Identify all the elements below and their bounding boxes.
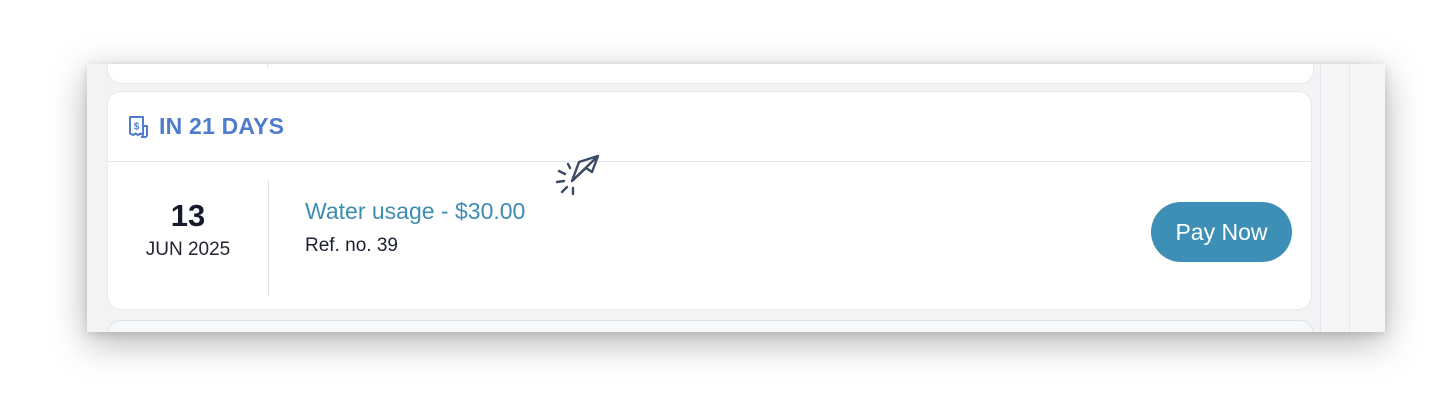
date-divider [267,64,268,67]
section-header: $ IN 21 DAYS [108,92,1311,162]
bill-row: 13 JUN 2025 Water usage - $30.00 Ref. no… [108,162,1311,310]
due-date: 13 JUN 2025 [108,180,269,296]
bill-reference: Ref. no. 39 [305,235,398,256]
scrollbar[interactable] [1320,64,1385,332]
section-title: IN 21 DAYS [159,113,285,139]
pay-now-button[interactable]: Pay Now [1151,202,1292,262]
previous-bill-card [107,64,1314,84]
upcoming-bill-card: $ IN 21 DAYS 13 JUN 2025 Water usage - $… [107,91,1312,310]
bill-icon: $ [129,115,148,138]
app-window: $ IN 21 DAYS 13 JUN 2025 Water usage - $… [87,64,1385,332]
click-cursor-icon [555,154,600,196]
bill-title-link[interactable]: Water usage - $30.00 [305,198,525,225]
due-month-year: JUN 2025 [145,239,231,260]
scrollbar-track [1349,64,1350,332]
due-day: 13 [170,198,206,233]
svg-text:$: $ [134,121,140,132]
next-bill-card [107,320,1314,332]
